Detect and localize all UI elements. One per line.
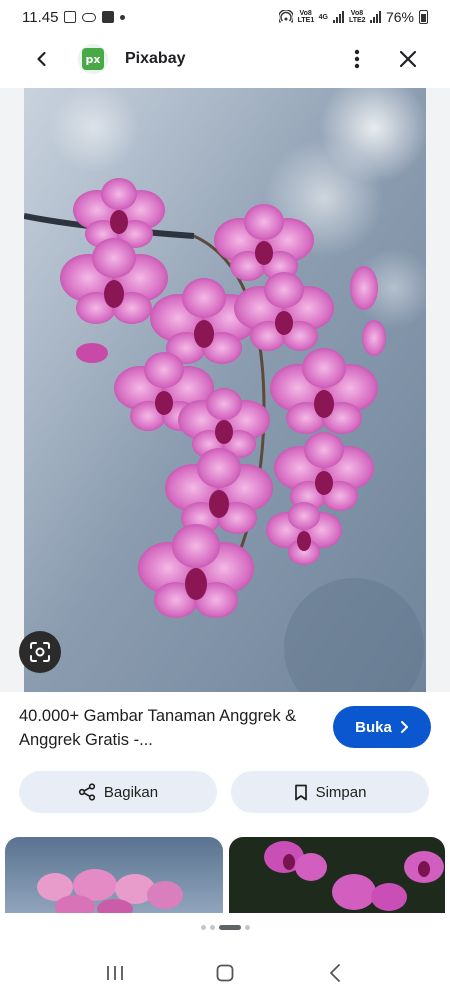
- arrow-back-icon: [37, 51, 46, 67]
- app-notification-icon: [82, 12, 97, 22]
- image-preview-area: [0, 88, 450, 692]
- home-button[interactable]: [203, 951, 247, 995]
- pixabay-logo-icon: px: [82, 48, 104, 70]
- related-image-1[interactable]: [5, 837, 223, 913]
- shop-notification-icon: [102, 11, 115, 23]
- page-dot: [200, 925, 206, 930]
- open-button-label: Buka: [355, 718, 392, 736]
- share-label: Bagikan: [103, 783, 159, 801]
- share-button[interactable]: Bagikan: [19, 771, 217, 813]
- more-notifications-dot-icon: [120, 14, 126, 20]
- more-vert-icon: [354, 49, 360, 69]
- orchid-image[interactable]: [24, 88, 426, 692]
- page-dot: [244, 925, 250, 930]
- hotspot-icon: [278, 10, 293, 23]
- google-lens-icon: [30, 642, 50, 662]
- save-label: Simpan: [315, 783, 367, 801]
- bookmark-icon: [294, 784, 307, 800]
- gallery-notification-icon: [64, 11, 77, 23]
- volte2-label: Vo8 LTE2: [348, 10, 366, 24]
- recents-button[interactable]: [93, 951, 137, 995]
- site-logo: px: [78, 44, 108, 74]
- signal1-icon: [332, 11, 344, 23]
- top-app-bar: px Pixabay: [0, 34, 450, 84]
- save-button[interactable]: Simpan: [231, 771, 429, 813]
- google-lens-button[interactable]: [19, 631, 61, 673]
- chevron-right-icon: [400, 721, 408, 733]
- signal2-icon: [369, 11, 381, 23]
- nav-back-icon: [330, 963, 340, 982]
- page-indicator: [0, 925, 450, 930]
- close-button[interactable]: [386, 37, 430, 81]
- site-title: Pixabay: [125, 50, 186, 67]
- nav-back-button[interactable]: [313, 951, 357, 995]
- status-time: 11.45: [22, 8, 59, 26]
- status-bar: 11.45 Vo8 LTE1 4G Vo8 LTE2 76%: [0, 0, 450, 34]
- more-options-button[interactable]: [342, 37, 372, 81]
- battery-icon: [419, 10, 428, 24]
- recents-icon: [107, 965, 123, 980]
- result-title[interactable]: 40.000+ Gambar Tanaman Anggrek & Anggrek…: [19, 704, 309, 752]
- share-icon: [78, 783, 95, 801]
- open-button[interactable]: Buka: [333, 706, 431, 748]
- page-dot-active: [218, 925, 241, 930]
- back-button[interactable]: [20, 37, 64, 81]
- home-icon: [216, 964, 234, 981]
- volte1-label: Vo8 LTE1: [297, 10, 315, 24]
- page-dot: [209, 925, 215, 930]
- related-image-2[interactable]: [229, 837, 445, 913]
- system-navigation-bar: [0, 945, 450, 1000]
- battery-percent: 76%: [385, 9, 414, 25]
- network-label: 4G: [318, 13, 328, 21]
- close-icon: [399, 50, 417, 68]
